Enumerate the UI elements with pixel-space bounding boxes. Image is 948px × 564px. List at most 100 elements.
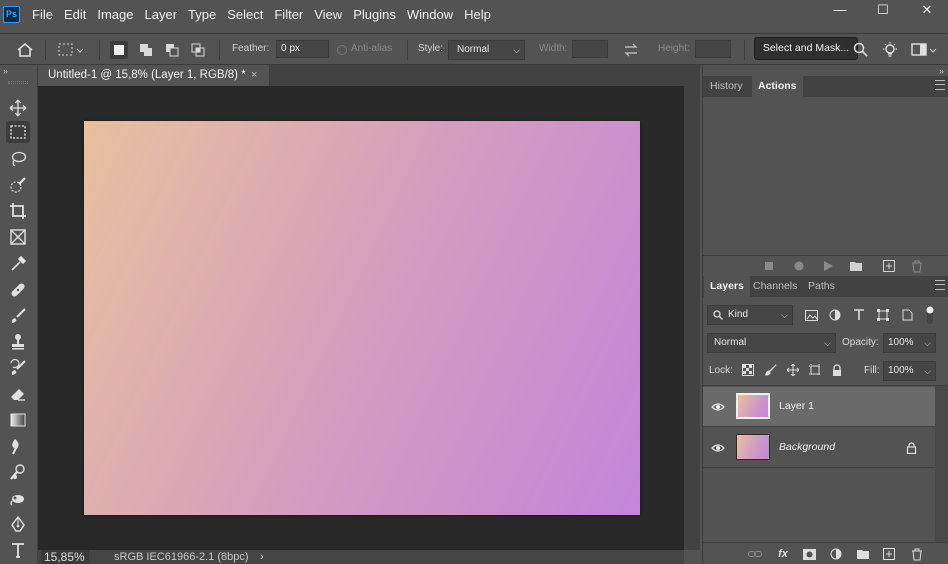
gradient-tool[interactable]: [6, 409, 30, 431]
lock-position-icon[interactable]: [785, 362, 801, 378]
marquee-preset-icon[interactable]: [57, 41, 84, 59]
lock-pixels-icon[interactable]: [763, 362, 779, 378]
filter-shape-icon[interactable]: [875, 307, 891, 323]
tab-paths[interactable]: Paths: [802, 276, 841, 297]
swap-icon[interactable]: [622, 41, 640, 59]
workspace-icon[interactable]: [910, 41, 938, 59]
tab-channels[interactable]: Channels: [747, 276, 803, 297]
menu-view[interactable]: View: [314, 7, 342, 22]
lasso-tool[interactable]: [6, 148, 30, 170]
close-document-icon[interactable]: ×: [251, 65, 257, 86]
tab-history[interactable]: History: [704, 76, 749, 97]
filter-type-icon[interactable]: [851, 307, 867, 323]
new-layer-icon[interactable]: [881, 546, 897, 562]
blend-mode-select[interactable]: Normal ⌵: [707, 333, 836, 353]
filter-pixel-icon[interactable]: [803, 307, 819, 323]
width-input[interactable]: [572, 40, 608, 58]
layer-row-background[interactable]: Background: [703, 428, 935, 468]
blur-tool[interactable]: [6, 435, 30, 457]
document-canvas[interactable]: [84, 121, 640, 515]
add-selection-icon[interactable]: [137, 41, 155, 59]
feather-input[interactable]: 0 px: [276, 40, 329, 58]
play-icon[interactable]: [820, 258, 836, 274]
record-icon[interactable]: [791, 258, 807, 274]
type-tool[interactable]: [6, 539, 30, 561]
pen-tool[interactable]: [6, 513, 30, 535]
menu-window[interactable]: Window: [407, 7, 453, 22]
menu-layer[interactable]: Layer: [145, 7, 178, 22]
quick-select-tool[interactable]: [6, 174, 30, 196]
layer-filter-select[interactable]: Kind ⌵: [707, 305, 793, 325]
opacity-input[interactable]: 100% ⌵: [883, 333, 936, 353]
layer-name[interactable]: Background: [779, 441, 835, 453]
smudge-tool[interactable]: [6, 487, 30, 509]
collapse-panels-icon[interactable]: »: [939, 66, 944, 76]
menu-select[interactable]: Select: [227, 7, 263, 22]
menu-edit[interactable]: Edit: [64, 7, 86, 22]
layers-scrollbar[interactable]: [935, 386, 948, 542]
lock-transparency-icon[interactable]: [740, 362, 756, 378]
canvas-workspace[interactable]: [38, 86, 684, 550]
home-icon[interactable]: [16, 41, 34, 59]
history-brush-tool[interactable]: [6, 357, 30, 379]
lock-artboard-icon[interactable]: [807, 362, 823, 378]
menu-help[interactable]: Help: [464, 7, 491, 22]
new-action-icon[interactable]: [881, 258, 897, 274]
eyedropper-tool[interactable]: [6, 253, 30, 275]
maximize-button[interactable]: ☐: [868, 0, 898, 24]
layer-name[interactable]: Layer 1: [779, 400, 814, 412]
healing-tool[interactable]: [6, 279, 30, 301]
panel-menu-icon[interactable]: [935, 280, 945, 290]
filter-smart-object-icon[interactable]: [899, 307, 915, 323]
brush-tool[interactable]: [6, 305, 30, 327]
select-and-mask-button[interactable]: Select and Mask...: [754, 37, 858, 60]
lightbulb-icon[interactable]: [881, 41, 899, 59]
dodge-tool[interactable]: [6, 461, 30, 483]
lock-icon[interactable]: [906, 442, 917, 457]
eye-icon[interactable]: [711, 441, 725, 455]
stamp-tool[interactable]: [6, 331, 30, 353]
zoom-level-field[interactable]: 15,85%: [41, 550, 89, 564]
intersect-selection-icon[interactable]: [189, 41, 207, 59]
filter-adjustment-icon[interactable]: [827, 307, 843, 323]
menu-file[interactable]: File: [32, 7, 53, 22]
height-input[interactable]: [695, 40, 731, 58]
marquee-tool[interactable]: [6, 121, 30, 143]
link-layers-icon[interactable]: [747, 546, 763, 562]
tab-actions[interactable]: Actions: [752, 76, 803, 97]
adjustment-layer-icon[interactable]: [828, 546, 844, 562]
menu-plugins[interactable]: Plugins: [353, 7, 396, 22]
new-selection-icon[interactable]: [110, 41, 128, 59]
tab-layers[interactable]: Layers: [704, 276, 750, 297]
trash-icon[interactable]: [909, 258, 925, 274]
crop-tool[interactable]: [6, 200, 30, 222]
stop-icon[interactable]: [761, 258, 777, 274]
close-button[interactable]: ✕: [912, 0, 942, 24]
layer-row-layer-1[interactable]: Layer 1: [703, 387, 935, 427]
filter-toggle[interactable]: [923, 305, 937, 325]
antialias-checkbox[interactable]: [337, 45, 347, 55]
eraser-tool[interactable]: [6, 383, 30, 405]
collapse-toolbar-icon[interactable]: »: [3, 66, 8, 76]
menu-type[interactable]: Type: [188, 7, 216, 22]
menu-image[interactable]: Image: [97, 7, 133, 22]
style-select[interactable]: Normal ⌵: [448, 40, 525, 60]
search-icon[interactable]: [852, 41, 870, 59]
vertical-scrollbar[interactable]: [684, 86, 700, 550]
subtract-selection-icon[interactable]: [163, 41, 181, 59]
move-tool[interactable]: [6, 97, 30, 119]
folder-icon[interactable]: [848, 258, 864, 274]
toolbar-grip[interactable]: [8, 81, 28, 84]
fx-icon[interactable]: fx: [775, 546, 791, 562]
minimize-button[interactable]: —: [825, 0, 855, 24]
group-folder-icon[interactable]: [855, 546, 871, 562]
fill-input[interactable]: 100% ⌵: [883, 361, 936, 381]
lock-all-icon[interactable]: [829, 362, 845, 378]
delete-layer-icon[interactable]: [909, 546, 925, 562]
menu-filter[interactable]: Filter: [274, 7, 303, 22]
status-menu-arrow-icon[interactable]: ›: [260, 550, 264, 564]
panel-menu-icon[interactable]: [935, 80, 945, 90]
frame-tool[interactable]: [6, 226, 30, 248]
document-tab[interactable]: Untitled-1 @ 15,8% (Layer 1, RGB/8) *: [38, 65, 270, 86]
eye-icon[interactable]: [711, 400, 725, 414]
